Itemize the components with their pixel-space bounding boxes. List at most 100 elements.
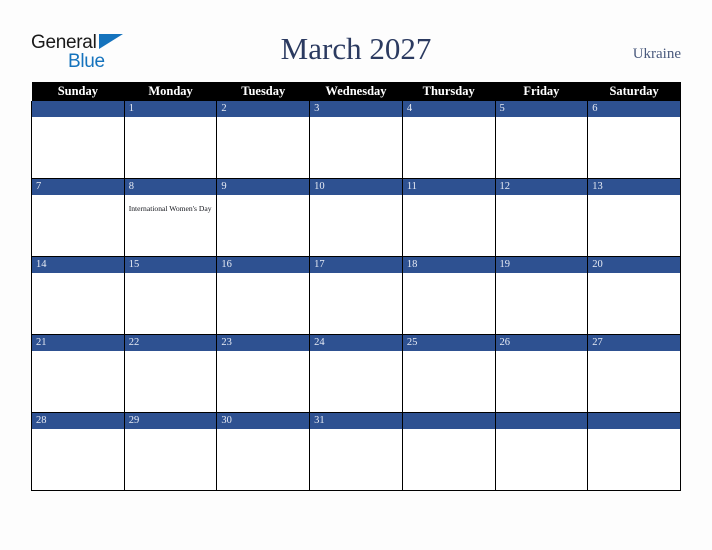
day-body[interactable] [496, 117, 588, 177]
day-body[interactable] [588, 195, 680, 255]
day-number: 18 [402, 257, 495, 273]
day-body[interactable] [588, 117, 680, 177]
day-number: 11 [402, 179, 495, 195]
day-body[interactable] [310, 195, 402, 255]
day-cell[interactable]: 22 [123, 334, 218, 413]
week-row: 7 8 International Women's Day 9 10 11 12… [31, 178, 681, 257]
event-label: International Women's Day [128, 204, 212, 213]
day-body[interactable] [588, 351, 680, 411]
day-body[interactable] [496, 273, 588, 333]
day-cell[interactable]: 25 [401, 334, 496, 413]
day-number: 22 [124, 335, 217, 351]
day-body[interactable] [588, 429, 680, 489]
day-body[interactable] [403, 273, 495, 333]
day-number: 31 [310, 413, 402, 429]
day-body[interactable] [310, 351, 402, 411]
day-body[interactable] [217, 351, 309, 411]
day-cell[interactable] [31, 101, 125, 179]
day-body[interactable] [217, 429, 309, 489]
day-cell[interactable] [587, 412, 681, 491]
day-cell[interactable]: 30 [216, 412, 311, 491]
day-body[interactable] [217, 195, 309, 255]
day-cell[interactable]: 19 [494, 256, 589, 335]
day-number: 29 [124, 413, 217, 429]
day-cell[interactable]: 20 [587, 256, 681, 335]
day-body[interactable] [125, 273, 217, 333]
week-row: 28 29 30 31 [31, 412, 681, 491]
day-number: 30 [217, 413, 310, 429]
day-number: 1 [124, 101, 217, 117]
day-cell[interactable]: 10 [309, 178, 403, 257]
day-number: 16 [217, 257, 310, 273]
country-label: Ukraine [632, 46, 681, 62]
day-cell[interactable]: 21 [31, 334, 125, 413]
day-body[interactable] [310, 429, 402, 489]
page-title: March 2027 [280, 31, 432, 66]
day-number: 24 [310, 335, 402, 351]
day-body[interactable] [496, 351, 588, 411]
day-cell[interactable]: 8 International Women's Day [123, 178, 218, 257]
day-cell[interactable]: 18 [401, 256, 496, 335]
weekday-header-friday: Friday [495, 82, 588, 101]
day-body[interactable] [32, 273, 124, 333]
day-number: 10 [310, 179, 402, 195]
day-cell[interactable]: 4 [401, 101, 496, 179]
day-body[interactable] [403, 351, 495, 411]
day-cell[interactable]: 2 [216, 101, 311, 179]
day-cell[interactable]: 5 [494, 101, 589, 179]
day-cell[interactable]: 17 [309, 256, 403, 335]
day-cell[interactable]: 6 [587, 101, 681, 179]
day-number: 17 [310, 257, 402, 273]
day-cell[interactable]: 24 [309, 334, 403, 413]
day-number [588, 413, 680, 429]
day-cell[interactable]: 23 [216, 334, 311, 413]
day-number: 6 [588, 101, 680, 117]
day-body[interactable] [125, 429, 217, 489]
day-cell[interactable]: 29 [123, 412, 218, 491]
day-body[interactable] [32, 117, 124, 177]
day-cell[interactable]: 11 [401, 178, 496, 257]
day-body[interactable] [32, 429, 124, 489]
day-cell[interactable]: 1 [123, 101, 218, 179]
day-body[interactable] [217, 117, 309, 177]
day-body[interactable] [310, 273, 402, 333]
day-cell[interactable]: 9 [216, 178, 311, 257]
day-cell[interactable]: 16 [216, 256, 311, 335]
day-cell[interactable]: 14 [31, 256, 125, 335]
weekday-header-row: Sunday Monday Tuesday Wednesday Thursday… [31, 82, 681, 101]
day-number: 3 [310, 101, 402, 117]
day-body[interactable] [496, 429, 588, 489]
day-cell[interactable]: 26 [494, 334, 589, 413]
day-number [32, 101, 124, 117]
day-body[interactable] [32, 351, 124, 411]
day-cell[interactable]: 31 [309, 412, 403, 491]
day-number: 15 [124, 257, 217, 273]
day-body[interactable] [403, 195, 495, 255]
day-body[interactable] [403, 117, 495, 177]
day-number: 28 [32, 413, 124, 429]
day-cell[interactable]: 13 [587, 178, 681, 257]
day-body[interactable]: International Women's Day [125, 195, 217, 255]
day-body[interactable] [217, 273, 309, 333]
day-cell[interactable]: 12 [494, 178, 589, 257]
day-body[interactable] [125, 117, 217, 177]
weekday-header-sunday: Sunday [31, 82, 125, 101]
day-number: 25 [402, 335, 495, 351]
day-cell[interactable] [401, 412, 496, 491]
day-cell[interactable]: 27 [587, 334, 681, 413]
day-body[interactable] [496, 195, 588, 255]
day-body[interactable] [588, 273, 680, 333]
day-cell[interactable] [494, 412, 589, 491]
day-cell[interactable]: 15 [123, 256, 218, 335]
calendar-page: General Blue March 2027 Ukraine Sunday M… [0, 0, 712, 550]
day-body[interactable] [403, 429, 495, 489]
day-body[interactable] [310, 117, 402, 177]
day-cell[interactable]: 7 [31, 178, 125, 257]
day-cell[interactable]: 3 [309, 101, 403, 179]
day-cell[interactable]: 28 [31, 412, 125, 491]
day-body[interactable] [32, 195, 124, 255]
weekday-header-tuesday: Tuesday [216, 82, 310, 101]
day-number: 5 [495, 101, 588, 117]
day-body[interactable] [125, 351, 217, 411]
day-number [402, 413, 495, 429]
